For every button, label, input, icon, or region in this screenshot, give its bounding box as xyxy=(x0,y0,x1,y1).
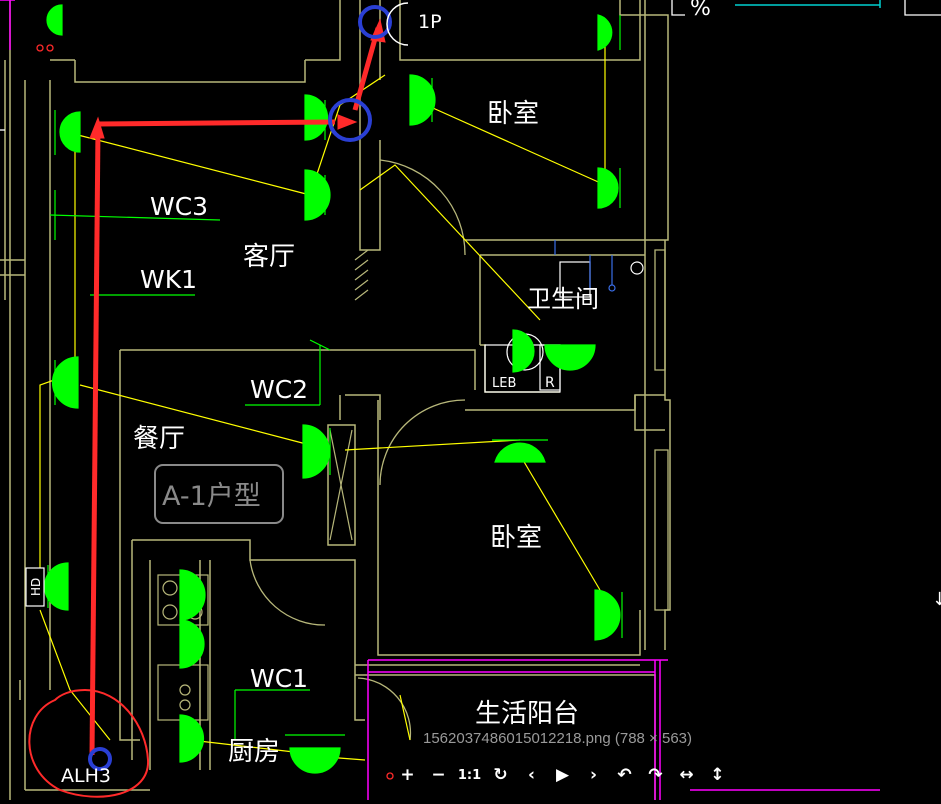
corner-mark-label: % xyxy=(690,0,711,21)
previous-button[interactable]: ‹ xyxy=(516,763,547,787)
hd-label: HD xyxy=(29,578,43,596)
image-caption: 1562037486015012218.png (788 × 563) xyxy=(423,730,693,747)
wc1-label: WC1 xyxy=(250,664,308,693)
wc3-label: WC3 xyxy=(150,192,208,221)
rotate-left-button[interactable]: ↶ xyxy=(609,763,640,787)
panel-label: ALH3 xyxy=(61,765,111,787)
flip-horizontal-button[interactable]: ↔ xyxy=(671,763,702,787)
actual-size-button[interactable]: 1:1 xyxy=(454,763,485,787)
bedroom-bottom-label: 卧室 xyxy=(490,523,542,553)
zoom-out-button[interactable]: − xyxy=(423,763,454,787)
cad-floor-plan: 1P 卧室 WC3 客厅 WK1 卫生间 LEB R WC2 餐厅 卧室 WC1… xyxy=(0,0,941,800)
leb-label: LEB xyxy=(492,376,516,391)
balcony-label: 生活阳台 xyxy=(475,699,579,729)
breaker-label: 1P xyxy=(418,11,442,33)
wk1-label: WK1 xyxy=(140,265,197,294)
dining-room-label: 餐厅 xyxy=(133,424,185,454)
refresh-button[interactable]: ↻ xyxy=(485,763,516,787)
r-mark-label: R xyxy=(545,375,555,391)
edge-fragment: ↓ xyxy=(932,589,941,610)
next-button[interactable]: › xyxy=(578,763,609,787)
zoom-in-button[interactable]: + xyxy=(392,763,423,787)
living-room-label: 客厅 xyxy=(243,242,295,272)
kitchen-label: 厨房 xyxy=(228,737,280,767)
play-button[interactable]: ▶ xyxy=(547,763,578,787)
image-viewer: 1P 卧室 WC3 客厅 WK1 卫生间 LEB R WC2 餐厅 卧室 WC1… xyxy=(0,0,941,800)
bedroom-top-label: 卧室 xyxy=(487,99,539,129)
bathroom-label: 卫生间 xyxy=(527,285,599,313)
viewer-toolbar: + − 1:1 ↻ ‹ ▶ › ↶ ↷ ↔ ↕ xyxy=(392,763,733,787)
wc2-label: WC2 xyxy=(250,375,308,404)
flip-vertical-button[interactable]: ↕ xyxy=(702,763,733,787)
unit-type-label: A-1户型 xyxy=(162,481,261,512)
rotate-right-button[interactable]: ↷ xyxy=(640,763,671,787)
